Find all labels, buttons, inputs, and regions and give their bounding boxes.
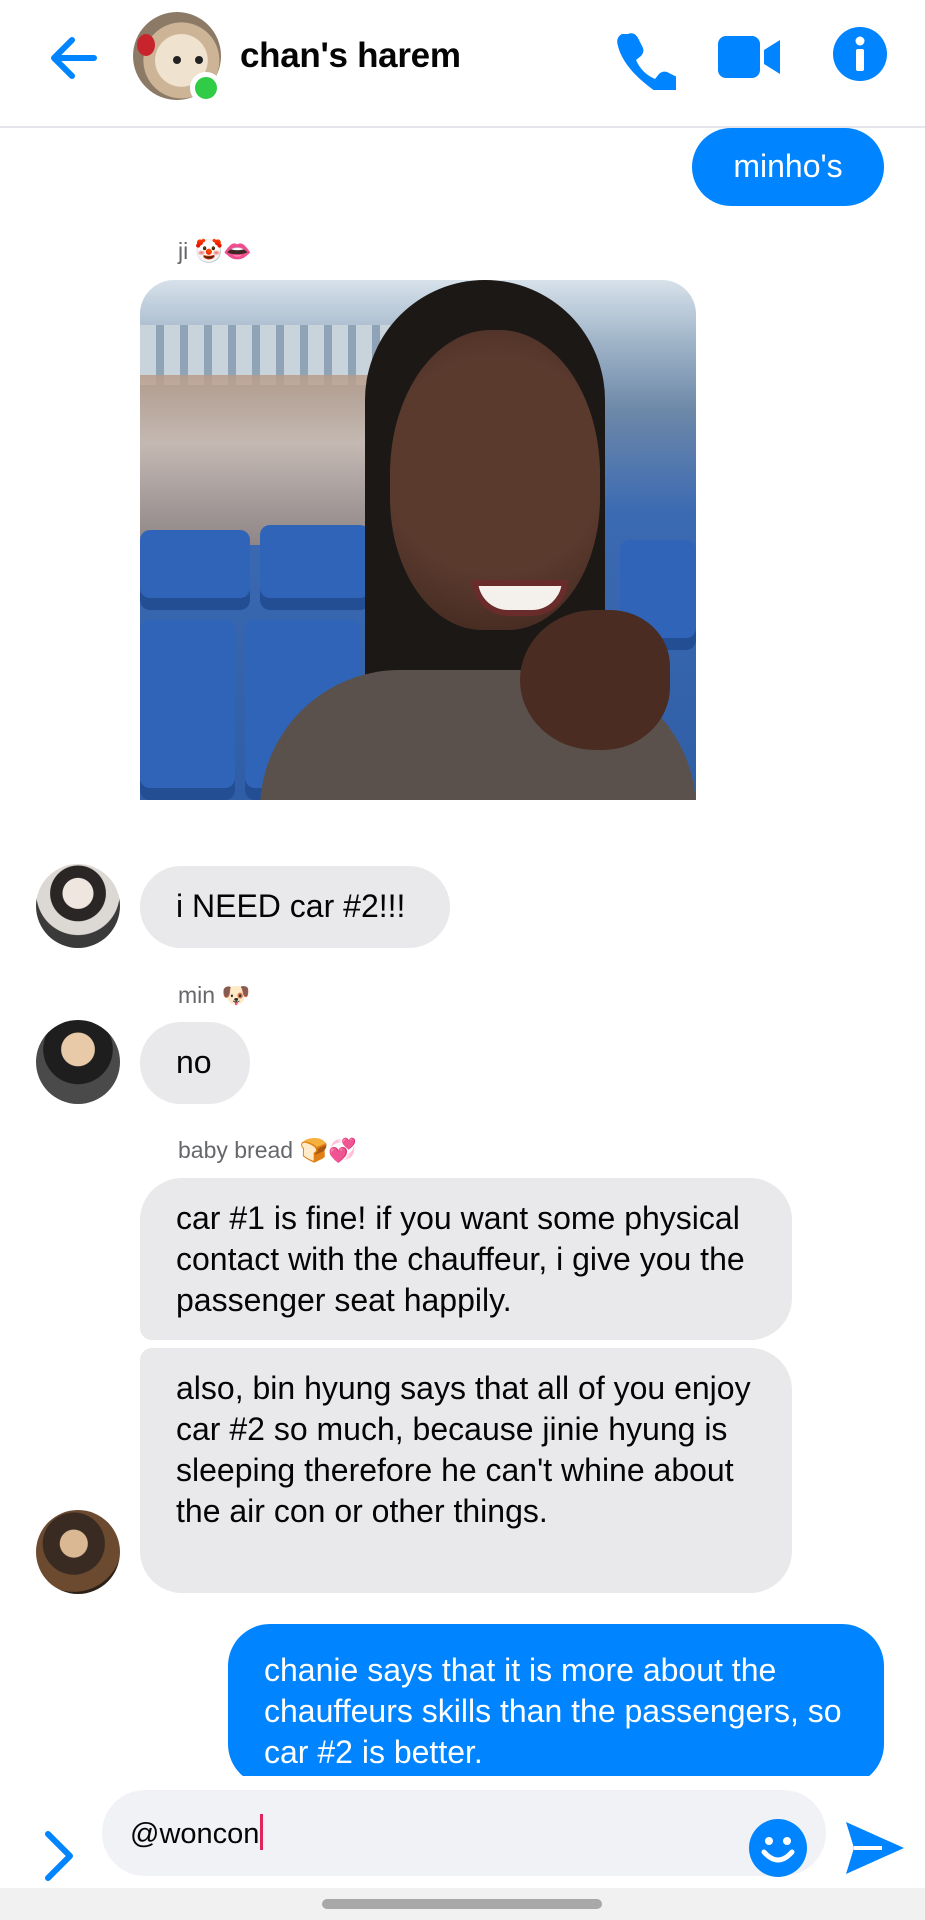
message-bubble-incoming[interactable]: no: [140, 1022, 250, 1104]
message-composer: @woncon: [0, 1776, 925, 1896]
message-bubble-incoming[interactable]: i NEED car #2!!!: [140, 866, 450, 948]
phone-icon[interactable]: [614, 28, 676, 90]
send-icon[interactable]: [842, 1816, 906, 1880]
message-bubble-incoming[interactable]: car #1 is fine! if you want some physica…: [140, 1178, 792, 1340]
message-bubble-incoming[interactable]: also, bin hyung says that all of you enj…: [140, 1348, 792, 1593]
message-input-text: @woncon: [130, 1814, 264, 1851]
image-message[interactable]: [140, 280, 696, 800]
message-bubble-outgoing[interactable]: minho's: [692, 128, 884, 206]
chevron-right-icon[interactable]: [38, 1828, 78, 1884]
online-status-dot: [190, 72, 222, 104]
chat-title[interactable]: chan's harem: [240, 36, 461, 76]
chat-header: chan's harem: [0, 0, 925, 128]
sender-name: ji 🤡👄: [178, 238, 252, 264]
video-camera-icon[interactable]: [716, 30, 782, 84]
message-bubble-outgoing[interactable]: chanie says that it is more about the ch…: [228, 1624, 884, 1786]
home-indicator[interactable]: [322, 1899, 602, 1909]
avatar[interactable]: [36, 864, 120, 948]
message-input-value: @woncon: [130, 1818, 260, 1850]
avatar[interactable]: [36, 1020, 120, 1104]
sender-name: min 🐶: [178, 982, 251, 1008]
avatar[interactable]: [36, 1510, 120, 1594]
sender-name: baby bread 🍞💞: [178, 1137, 357, 1163]
back-arrow-icon[interactable]: [44, 28, 104, 88]
info-icon[interactable]: [832, 26, 888, 82]
text-caret: [260, 1814, 264, 1850]
smiley-icon[interactable]: [748, 1818, 808, 1878]
